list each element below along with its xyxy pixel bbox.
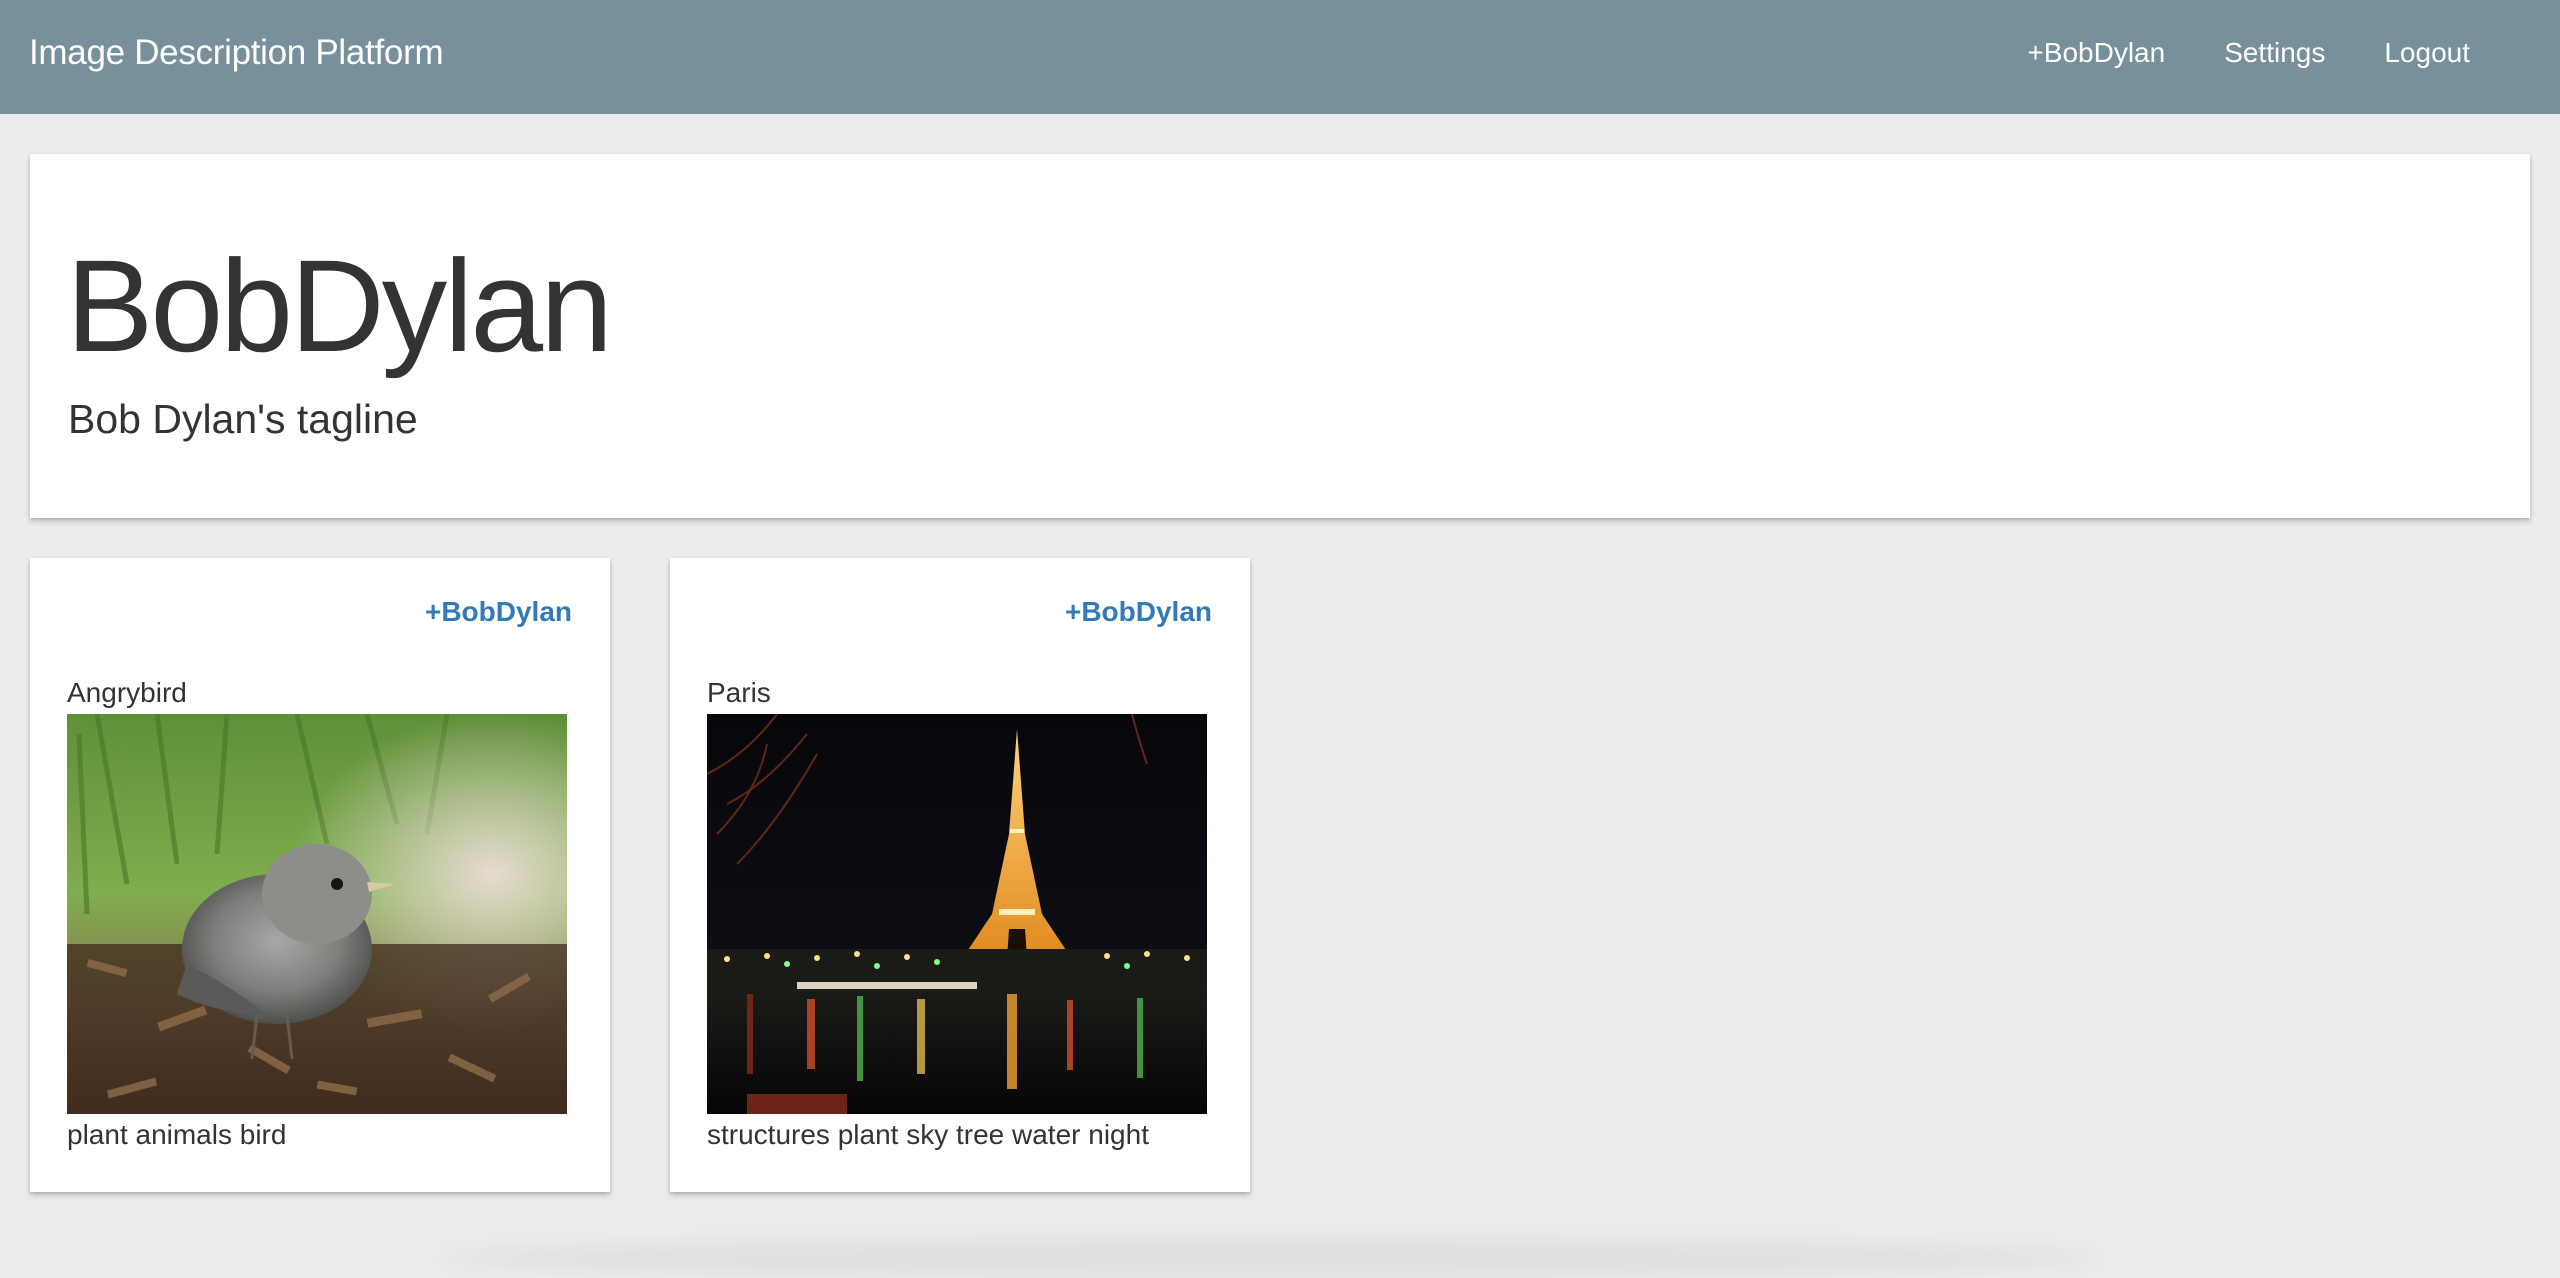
profile-header-card: BobDylan Bob Dylan's tagline [30,154,2530,518]
author-link[interactable]: +BobDylan [425,594,572,630]
brand-link[interactable]: Image Description Platform [29,31,444,75]
profile-name: BobDylan [66,232,613,379]
image-tags: plant animals bird [67,1119,287,1150]
profile-tagline: Bob Dylan's tagline [68,396,418,442]
nav-settings-link[interactable]: Settings [2224,31,2325,75]
top-navbar: Image Description Platform +BobDylan Set… [0,0,2560,114]
nav-logout-link[interactable]: Logout [2384,31,2470,75]
image-title: Angrybird [67,677,187,708]
image-card: +BobDylan Paris structures plant sky tre… [670,558,1250,1192]
page-bottom-shadow [440,1238,2100,1278]
image-card: +BobDylan Angrybird plant animals bird [30,558,610,1192]
bird-photo[interactable] [67,714,567,1114]
nav-links: +BobDylan Settings Logout [2027,31,2560,75]
author-link[interactable]: +BobDylan [1065,594,1212,630]
image-title: Paris [707,677,771,708]
nav-profile-link[interactable]: +BobDylan [2027,31,2165,75]
image-tags: structures plant sky tree water night [707,1119,1149,1150]
eiffel-tower-photo[interactable] [707,714,1207,1114]
